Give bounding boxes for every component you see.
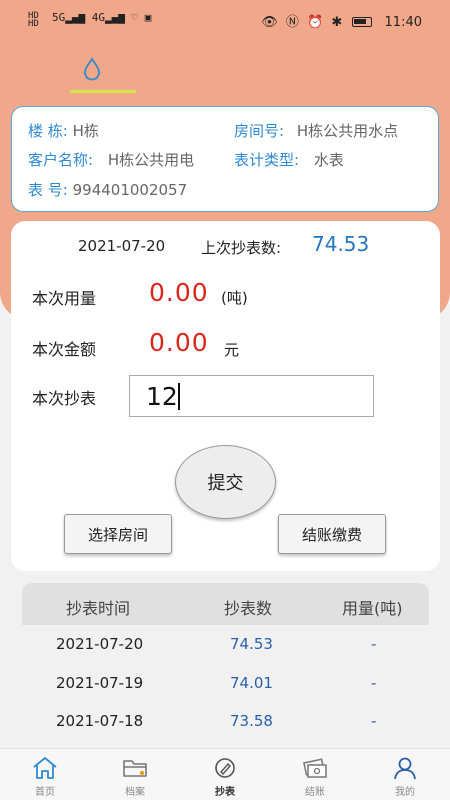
current-reading-input[interactable] [129, 375, 374, 417]
usage-label: 本次用量 [32, 289, 97, 308]
tab-mine-label: 我的 [395, 787, 415, 798]
current-reading-label: 本次抄表 [32, 389, 97, 408]
tab-home-label: 首页 [35, 787, 55, 798]
row-time: 2021-07-20 [56, 635, 144, 653]
building-value: H栋 [72, 122, 99, 140]
hd-indicator-bottom: HD [28, 19, 39, 29]
customer-value: H栋公共用电 [107, 151, 195, 169]
meter-no-value: 994401002057 [72, 181, 188, 199]
table-row[interactable]: 2021-07-20 74.53 - [22, 625, 429, 663]
tab-meter-reading[interactable]: 抄表 [180, 749, 270, 800]
folder-icon [123, 760, 147, 777]
header-time: 抄表时间 [66, 599, 131, 618]
home-icon [33, 757, 57, 779]
row-time: 2021-07-18 [56, 712, 144, 730]
meter-type-row: 表计类型: 水表 [234, 149, 344, 170]
header-reading: 抄表数 [224, 599, 273, 618]
settle-payment-button[interactable]: 结账缴费 [278, 514, 386, 554]
meter-no-label: 表 号: [28, 181, 68, 199]
submit-button[interactable]: 提交 [175, 445, 276, 519]
row-reading: 74.01 [230, 674, 273, 692]
meter-type-value: 水表 [313, 151, 344, 169]
row-usage: - [371, 674, 377, 692]
row-reading: 73.58 [230, 712, 273, 730]
row-reading: 74.53 [230, 635, 273, 653]
tab-underline [70, 90, 136, 93]
user-icon [394, 757, 416, 780]
building-row: 楼 栋: H栋 [28, 120, 99, 141]
last-reading-value: 74.53 [312, 232, 370, 256]
table-header: 抄表时间 抄表数 用量(吨) [22, 583, 429, 625]
row-usage: - [371, 712, 377, 730]
amount-value: 0.00 [149, 328, 209, 357]
row-time: 2021-07-19 [56, 674, 144, 692]
battery-icon [352, 17, 373, 27]
tab-settle-label: 结账 [305, 787, 325, 798]
text-cursor [178, 383, 180, 410]
room-info-card: 楼 栋: H栋 房间号: H栋公共用水点 客户名称: H栋公共用电 表计类型: … [11, 106, 439, 212]
bottom-tab-bar: 首页 档案 抄表 结账 我的 [0, 748, 450, 800]
customer-row: 客户名称: H栋公共用电 [28, 149, 228, 170]
amount-unit: 元 [224, 341, 240, 359]
tab-archive-label: 档案 [125, 787, 145, 798]
status-bar: HD HD 5G▂▄▆ 4G▂▄▆ ♡ ▣ 👁 Ⓝ ⏰ ✱ 11:40 [0, 0, 450, 40]
tab-meter-reading-label: 抄表 [215, 787, 235, 798]
table-row[interactable]: 2021-07-19 74.01 - [22, 664, 429, 702]
money-icon [303, 758, 327, 778]
amount-label: 本次金额 [32, 340, 97, 359]
room-label: 房间号: [234, 122, 285, 140]
meter-no-row: 表 号: 994401002057 [28, 179, 187, 200]
room-value: H栋公共用水点 [296, 122, 399, 140]
signal-indicators: HD HD 5G▂▄▆ 4G▂▄▆ ♡ ▣ [28, 12, 151, 29]
customer-label: 客户名称: [28, 151, 94, 169]
meter-type-label: 表计类型: [234, 151, 300, 169]
room-row: 房间号: H栋公共用水点 [234, 120, 426, 141]
tab-archive[interactable]: 档案 [90, 749, 180, 800]
building-label: 楼 栋: [28, 122, 68, 140]
table-row[interactable]: 2021-07-18 73.58 - [22, 702, 429, 740]
reading-date: 2021-07-20 [78, 237, 166, 255]
usage-value: 0.00 [149, 278, 209, 307]
tab-home[interactable]: 首页 [0, 749, 90, 800]
clock: 11:40 [384, 15, 422, 30]
tab-mine[interactable]: 我的 [360, 749, 450, 800]
row-usage: - [371, 635, 377, 653]
status-right: 👁 Ⓝ ⏰ ✱ 11:40 [261, 11, 422, 30]
meter-reading-icon [215, 758, 235, 778]
reading-history-table: 抄表时间 抄表数 用量(吨) 2021-07-20 74.53 - 2021-0… [22, 583, 429, 748]
last-reading-label: 上次抄表数: [201, 239, 282, 257]
signal-bars-icon: 5G▂▄▆ 4G▂▄▆ ♡ ▣ [52, 11, 152, 24]
water-drop-icon[interactable] [80, 57, 104, 81]
meter-reading-card: 2021-07-20 上次抄表数: 74.53 本次用量 0.00 (吨) 本次… [11, 221, 440, 571]
select-room-button[interactable]: 选择房间 [64, 514, 172, 554]
usage-unit: (吨) [221, 289, 248, 307]
tab-settle[interactable]: 结账 [270, 749, 360, 800]
status-icons: 👁 Ⓝ ⏰ ✱ [261, 15, 345, 30]
header-usage: 用量(吨) [342, 599, 403, 618]
